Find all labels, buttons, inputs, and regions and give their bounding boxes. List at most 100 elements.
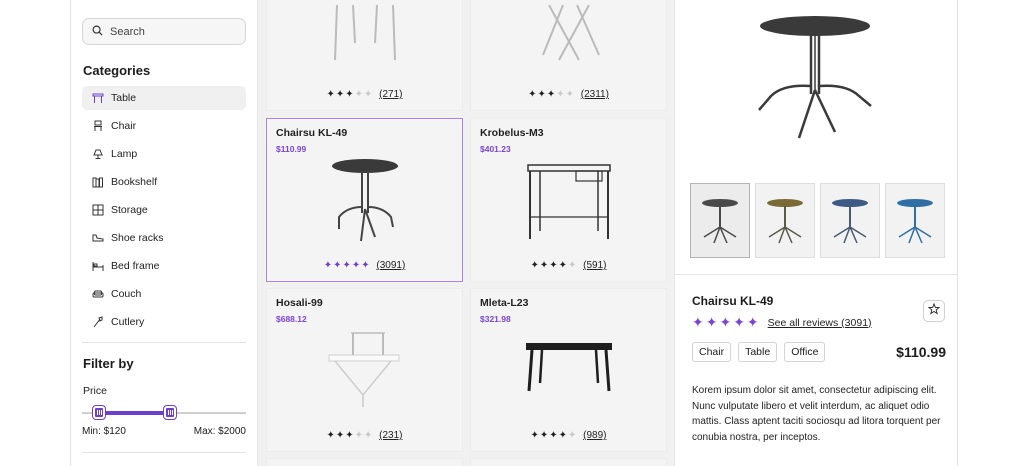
product-price: $110.99 — [276, 144, 307, 154]
product-price: $321.98 — [480, 314, 511, 324]
sidebar: Search Categories Table Chair Lamp Books… — [71, 0, 258, 466]
product-card-selected[interactable]: Chairsu KL-49 $110.99 ✦✦✦✦✦ (3091) — [266, 118, 463, 282]
product-name: Chairsu KL-49 — [276, 127, 348, 139]
review-count[interactable]: (271) — [379, 89, 402, 100]
product-rating: ✦✦✦✦✦ (989) — [471, 430, 666, 441]
star-icon — [927, 302, 941, 320]
sidebar-item-label: Bookshelf — [111, 176, 158, 188]
sidebar-item-shoe-racks[interactable]: Shoe racks — [82, 226, 246, 250]
product-image — [328, 332, 399, 407]
tag-table[interactable]: Table — [738, 342, 778, 362]
search-input[interactable]: Search — [82, 18, 246, 45]
product-price: $688.12 — [276, 314, 307, 324]
thumbnail-image — [832, 198, 868, 243]
favorite-button[interactable] — [923, 300, 945, 322]
product-description: Korem ipsum dolor sit amet, consectetur … — [692, 385, 941, 443]
sidebar-item-label: Bed frame — [111, 260, 160, 272]
detail-product-name: Chairsu KL-49 — [692, 294, 774, 308]
price-label: Price — [83, 385, 107, 397]
min-price-label: Min: $120 — [82, 426, 126, 437]
rating-stars: ✦✦✦✦✦ — [528, 89, 575, 100]
product-card[interactable]: Mleta-L23 $321.98 ✦✦✦✦✦ (989) — [470, 288, 667, 452]
sidebar-item-label: Chair — [111, 120, 137, 132]
categories-title: Categories — [83, 63, 151, 78]
slider-range — [99, 411, 170, 415]
product-detail-panel: Chairsu KL-49 ✦✦✦✦✦ See all reviews (309… — [674, 0, 957, 466]
storage-icon — [91, 204, 104, 217]
rating-stars: ✦✦✦✦✦ — [326, 430, 374, 441]
review-count[interactable]: (989) — [583, 430, 606, 441]
review-count[interactable]: (231) — [379, 430, 402, 441]
product-name: Hosali-99 — [276, 297, 323, 309]
product-image — [331, 159, 398, 242]
review-count[interactable]: (591) — [583, 260, 606, 271]
product-card[interactable]: Krobelus-M3 $401.23 ✦✦✦✦✦ (591) — [470, 118, 667, 282]
product-card[interactable] — [470, 458, 667, 466]
max-price-label: Max: $2000 — [193, 426, 246, 437]
sidebar-item-bed-frame[interactable]: Bed frame — [82, 254, 246, 278]
sidebar-item-bookshelf[interactable]: Bookshelf — [82, 170, 246, 194]
product-rating: ✦✦✦✦✦ (271) — [267, 89, 462, 100]
sidebar-item-label: Storage — [111, 204, 148, 216]
cutlery-icon — [91, 316, 104, 329]
product-hero-image — [758, 16, 872, 139]
product-rating: ✦✦✦✦✦ (231) — [267, 430, 462, 441]
sidebar-item-cutlery[interactable]: Cutlery — [82, 310, 246, 334]
review-count[interactable]: (2311) — [581, 89, 609, 100]
rating-stars: ✦✦✦✦✦ — [692, 314, 761, 330]
sidebar-item-label: Lamp — [111, 148, 138, 160]
slider-max-handle[interactable] — [164, 406, 176, 419]
product-image — [541, 5, 600, 61]
couch-icon — [91, 288, 104, 301]
thumbnail-olive[interactable] — [755, 183, 815, 258]
thumbnail-image — [702, 198, 738, 243]
tag-office[interactable]: Office — [784, 342, 826, 362]
sidebar-item-label: Shoe racks — [111, 232, 164, 244]
sidebar-item-label: Couch — [111, 288, 142, 300]
rating-stars: ✦✦✦✦✦ — [530, 430, 578, 441]
thumbnail-image — [897, 198, 933, 243]
thumbnail-dark-grey[interactable] — [690, 183, 750, 258]
rating-stars: ✦✦✦✦✦ — [323, 260, 371, 271]
thumbnail-navy[interactable] — [820, 183, 880, 258]
product-card[interactable]: ✦✦✦✦✦ (2311) — [470, 0, 667, 111]
sidebar-item-label: Table — [111, 92, 137, 104]
product-price: $401.23 — [480, 144, 511, 154]
product-name: Krobelus-M3 — [480, 127, 544, 139]
product-card[interactable]: Hosali-99 $688.12 ✦✦✦✦✦ (231) — [266, 288, 463, 452]
tag-chair[interactable]: Chair — [692, 342, 732, 362]
lamp-icon — [91, 148, 104, 161]
product-rating: ✦✦✦✦✦ (3091) — [267, 260, 462, 271]
sidebar-divider — [82, 342, 246, 343]
filter-title: Filter by — [83, 356, 134, 371]
product-card[interactable]: ✦✦✦✦✦ (271) — [266, 0, 463, 111]
sidebar-item-couch[interactable]: Couch — [82, 282, 246, 306]
sidebar-divider — [82, 452, 246, 453]
search-icon — [92, 25, 110, 39]
slider-min-handle[interactable] — [93, 406, 105, 419]
sidebar-item-lamp[interactable]: Lamp — [82, 142, 246, 166]
sidebar-item-chair[interactable]: Chair — [82, 114, 246, 138]
price-range-values: Min: $120 Max: $2000 — [82, 426, 246, 437]
product-rating: ✦✦✦✦✦ (2311) — [471, 89, 666, 100]
detail-rating: ✦✦✦✦✦ See all reviews (3091) — [692, 314, 872, 331]
thumbnail-image — [767, 198, 803, 243]
table-icon — [91, 92, 104, 105]
see-all-reviews-link[interactable]: See all reviews (3091) — [768, 317, 872, 329]
sidebar-item-label: Cutlery — [111, 316, 145, 328]
product-rating: ✦✦✦✦✦ (591) — [471, 260, 666, 271]
product-image — [526, 164, 611, 239]
sidebar-item-storage[interactable]: Storage — [82, 198, 246, 222]
bed-frame-icon — [91, 260, 104, 273]
rating-stars: ✦✦✦✦✦ — [530, 260, 578, 271]
thumbnail-blue[interactable] — [885, 183, 945, 258]
product-name: Mleta-L23 — [480, 297, 529, 309]
tag-list: Chair Table Office — [692, 342, 832, 362]
product-card[interactable] — [266, 458, 463, 466]
review-count[interactable]: (3091) — [376, 260, 405, 271]
sidebar-item-table[interactable]: Table — [82, 86, 246, 110]
rating-stars: ✦✦✦✦✦ — [326, 89, 374, 100]
product-image — [525, 343, 612, 392]
bookshelf-icon — [91, 176, 104, 189]
price-range-slider[interactable] — [82, 404, 246, 422]
